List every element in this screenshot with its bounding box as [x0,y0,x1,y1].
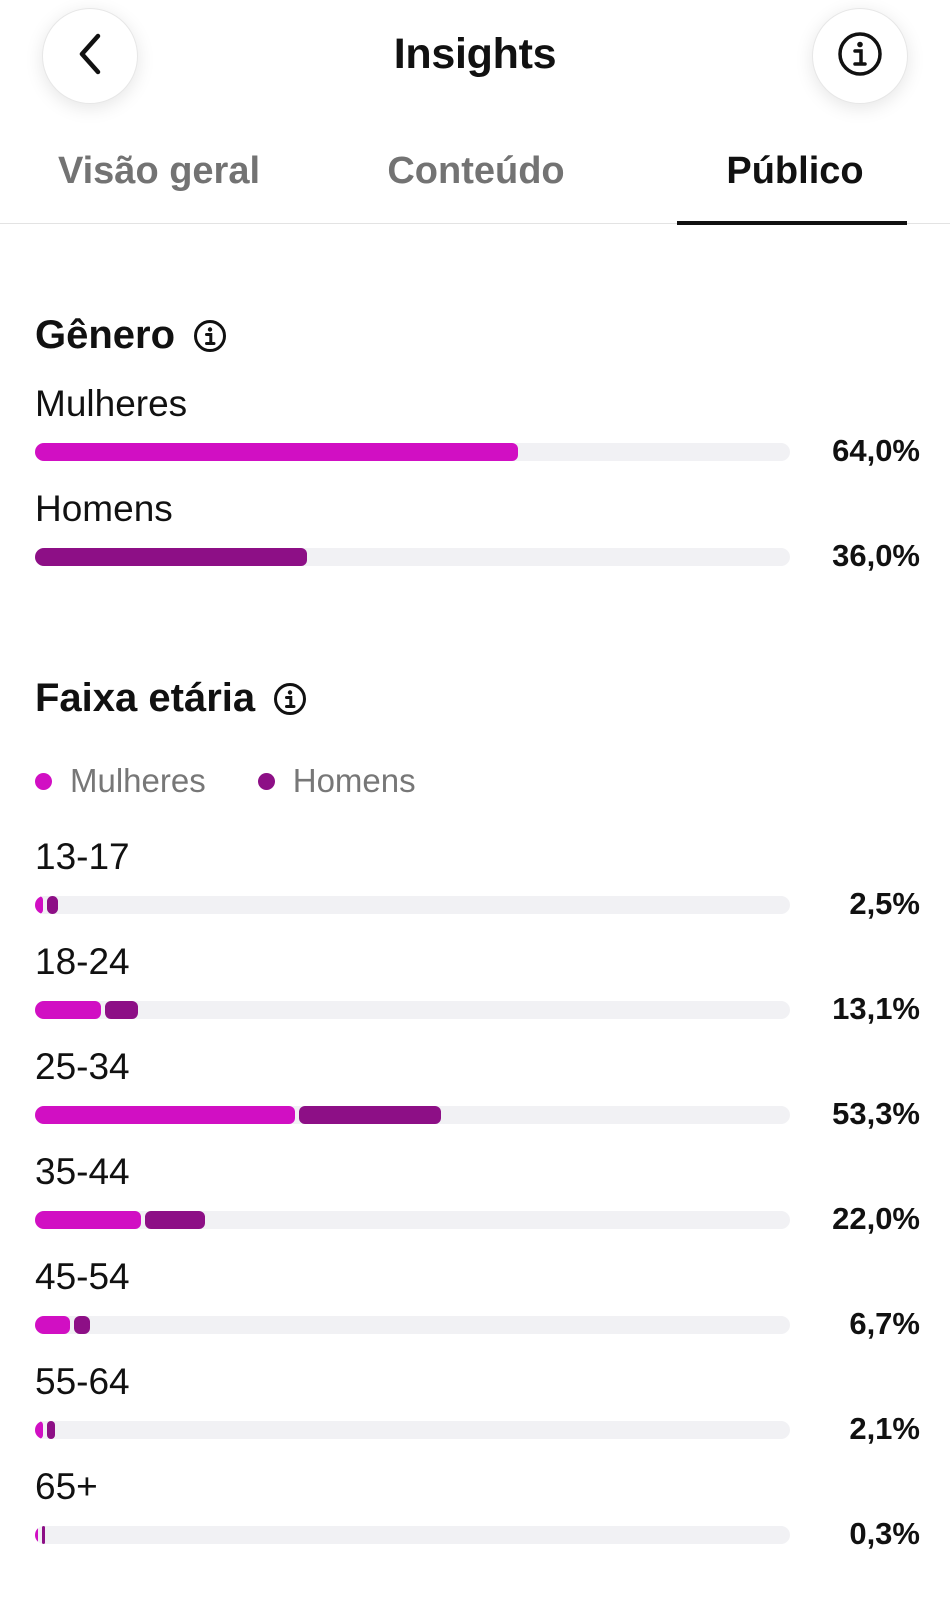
age-bar-homens [73,1316,90,1334]
age-bar-track [35,1316,790,1334]
tab-visao-geral[interactable]: Visão geral [29,150,289,222]
age-row-label: 25-34 [35,1046,130,1087]
age-bar-mulheres [35,1001,101,1019]
info-icon[interactable] [273,682,307,716]
legend-label-mulheres: Mulheres [70,762,206,799]
genero-title-text: Gênero [35,313,176,357]
genero-row-label: Homens [35,488,173,529]
genero-bar-mulheres [35,443,519,461]
genero-value-label: 36,0% [832,538,920,573]
info-icon[interactable] [193,319,227,353]
info-icon [836,30,884,83]
legend-dot-mulheres [35,772,52,790]
legend-label-homens: Homens [292,762,416,799]
genero-row-label: Mulheres [35,383,188,424]
legend-item-homens: Homens [257,762,416,800]
genero-value-label: 64,0% [832,433,920,468]
age-value-label: 13,1% [832,991,920,1026]
tab-conteudo[interactable]: Conteúdo [346,150,606,222]
age-bar-mulheres [35,1106,295,1124]
faixa-etaria-title-text: Faixa etária [35,676,256,720]
age-row-label: 45-54 [35,1256,130,1297]
age-row-label: 35-44 [35,1151,130,1192]
age-bar-homens [298,1106,442,1124]
tab-publico[interactable]: Público [665,150,925,222]
age-bar-track [35,1421,790,1439]
age-value-label: 2,1% [849,1411,920,1446]
age-bar-track [35,1001,790,1019]
age-bar-homens [145,1211,206,1229]
age-row-label: 65+ [35,1466,98,1507]
age-bar-homens [42,1526,45,1544]
genero-bar-homens [35,548,307,566]
age-bar-homens [47,1421,55,1439]
genero-bar-track [35,548,790,566]
age-value-label: 2,5% [849,886,920,921]
age-bar-mulheres [35,1526,38,1544]
age-bar-track [35,896,790,914]
tab-bar: Visão geral Conteúdo Público [0,140,950,225]
age-bar-mulheres [35,1211,142,1229]
faixa-etaria-section-title: Faixa etária [35,676,307,721]
info-button[interactable] [812,8,908,104]
age-bar-track [35,1526,790,1544]
age-bar-track [35,1106,790,1124]
age-value-label: 0,3% [849,1516,920,1551]
legend-dot-homens [257,772,275,790]
age-bar-mulheres [35,1316,70,1334]
age-bar-track [35,1211,790,1229]
page-title: Insights [393,30,557,78]
age-bar-mulheres [35,896,43,914]
active-tab-indicator [677,221,907,225]
age-row-label: 13-17 [35,836,130,877]
age-bar-homens [46,896,58,914]
genero-section-title: Gênero [35,313,227,358]
age-legend: Mulheres Homens [35,762,468,800]
age-bar-mulheres [35,1421,44,1439]
age-value-label: 22,0% [832,1201,920,1236]
age-value-label: 53,3% [832,1096,920,1131]
age-row-label: 55-64 [35,1361,130,1402]
legend-item-mulheres: Mulheres [35,762,206,800]
genero-bar-track [35,443,790,461]
age-row-label: 18-24 [35,941,130,982]
age-value-label: 6,7% [849,1306,920,1341]
age-bar-homens [104,1001,138,1019]
